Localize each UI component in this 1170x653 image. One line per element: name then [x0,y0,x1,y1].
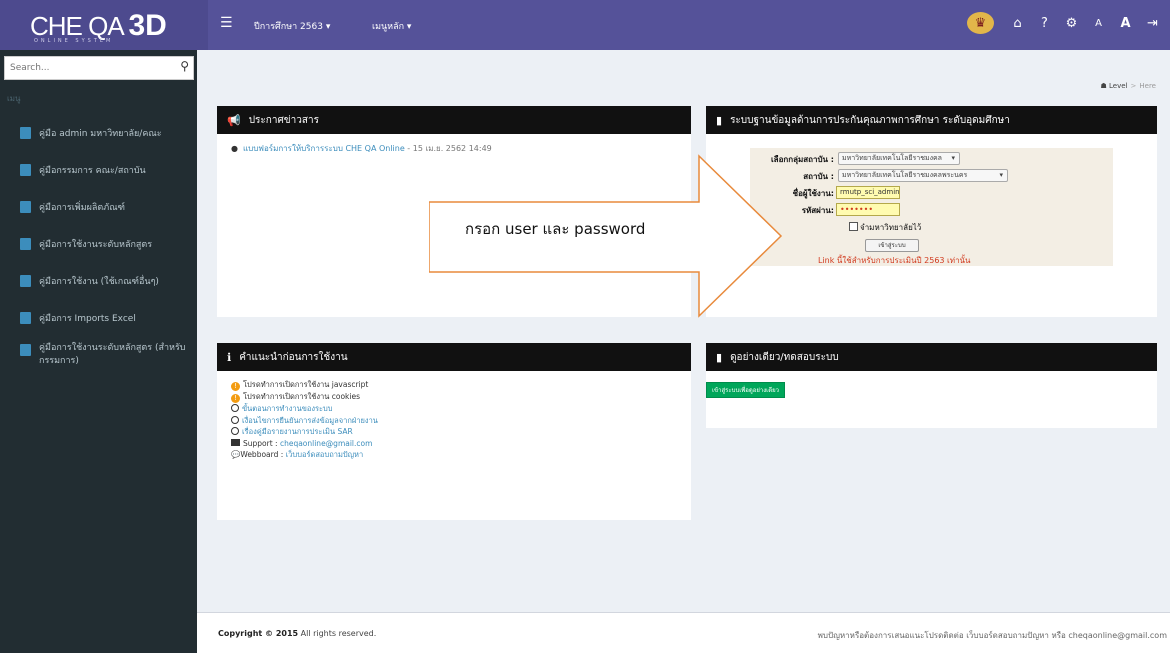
sidebar-header: เมนู [7,94,21,103]
webboard-row: 💬Webboard : เว็บบอร์ดสอบถามปัญหา [231,450,364,459]
view-only-login-button[interactable]: เข้าสู่ระบบเพื่อดูอย่างเดียว [706,382,786,398]
login-title: ระบบฐานข้อมูลด้านการประกันคุณภาพการศึกษา… [730,114,1010,126]
instructions-box: ℹ คำแนะนำก่อนการใช้งาน ! โปรดทำการเปิดการใ… [217,343,691,520]
book-icon: ▮ [716,113,723,127]
password-field[interactable]: ••••••• [836,203,900,216]
login-button[interactable]: เข้าสู่ระบบ [865,239,919,252]
sidebar-item-curriculum-committee-manual[interactable]: คู่มือการใช้งานระดับหลักสูตร (สำหรับกรรม… [0,336,197,382]
sidebar-item-label: คู่มือการเพิ่มผลิตภัณฑ์ [39,202,126,213]
footer-rights: All rights reserved. [298,629,377,638]
sidebar-item-label: คู่มือการใช้งาน (ใช้เกณฑ์อื่นๆ) [39,276,159,287]
dashboard-icon: ☗ [1100,82,1107,90]
demo-title: ดูอย่างเดียว/ทดสอบระบบ [730,351,839,363]
document-icon [20,163,31,176]
chevron-down-icon: ▾ [951,154,955,162]
instructions-title: คำแนะนำก่อนการใช้งาน [239,351,348,363]
sidebar-item-imports-excel[interactable]: คู่มือการ Imports Excel [0,299,197,336]
evaluation-year-link[interactable]: Link นี้ใช้สำหรับการประเมินปี 2563 เท่าน… [818,254,971,267]
sidebar-item-admin-manual[interactable]: คู่มือ admin มหาวิทยาลัย/คณะ [0,114,197,151]
remember-label: จำมหาวิทยาลัยไว้ [860,223,922,232]
support-row: Support : cheqaonline@gmail.com [231,438,677,450]
circle-icon [231,404,239,412]
sidebar-item-label: คู่มือการใช้งานระดับหลักสูตร (สำหรับกรรม… [39,343,186,366]
instruction-item[interactable]: เงื่อนไขการยืนยันการส่งข้อมูลจากฝ่ายงาน [231,415,677,427]
document-icon [20,126,31,139]
search-input[interactable] [5,57,160,79]
demo-box: ▮ ดูอย่างเดียว/ทดสอบระบบ เข้าสู่ระบบเพื่อ… [706,343,1157,428]
home-icon[interactable]: ⌂ [1004,12,1031,36]
document-icon [20,200,31,213]
news-item-text[interactable]: แบบฟอร์มการให้บริการระบบ CHE QA Online [243,144,405,153]
academic-year-dropdown[interactable]: ปีการศึกษา 2563 ▾ [254,19,330,33]
support-email-link[interactable]: cheqaonline@gmail.com [280,439,372,448]
instruction-item[interactable]: เรื่องคู่มือรายงานการประเมิน SAR [231,426,677,438]
chevron-down-icon: ▾ [999,171,1003,179]
search-icon[interactable]: ⚲ [180,59,189,73]
top-icons: ♛ ⌂ ? ⚙ A A ⇥ [967,12,1166,36]
brand-name: CHE QA [30,11,123,41]
main-menu-dropdown[interactable]: เมนูหลัก ▾ [372,19,411,33]
sidebar-menu: คู่มือ admin มหาวิทยาลัย/คณะ คู่มือกรรมก… [0,114,197,382]
sidebar-item-other-criteria-manual[interactable]: คู่มือการใช้งาน (ใช้เกณฑ์อื่นๆ) [0,262,197,299]
sidebar-toggle-icon[interactable]: ☰ [220,15,233,31]
circle-icon [231,415,239,424]
sidebar-search: ⚲ [4,56,194,80]
brand-logo[interactable]: CHE QA 3D ONLINE SYSTEM [0,0,208,50]
comments-icon: 💬 [231,450,241,459]
breadcrumb-current: Here [1139,82,1156,90]
brand-subtitle: ONLINE SYSTEM [34,38,114,44]
callout-text: กรอก user และ password [465,220,646,238]
sidebar-item-label: คู่มือการ Imports Excel [39,313,136,324]
institution-emblem-icon: ♛ [967,12,994,34]
login-panel: เลือกกลุ่มสถาบัน : มหาวิทยาลัยเทคโนโลยีร… [750,148,1113,266]
settings-icon[interactable]: ⚙ [1058,12,1085,36]
instruction-item: ! โปรดทำการเปิดการใช้งาน cookies [231,391,677,403]
username-field[interactable]: rmutp_sci_admin [836,186,900,199]
font-large-icon[interactable]: A [1112,12,1139,36]
webboard-link[interactable]: เว็บบอร์ดสอบถามปัญหา [286,450,364,459]
bullhorn-icon: 📢 [227,113,241,127]
warning-icon: ! [231,394,240,403]
book-icon: ▮ [716,350,723,364]
breadcrumb-level[interactable]: Level [1109,82,1127,90]
envelope-icon [231,438,240,446]
instruction-item: ! โปรดทำการเปิดการใช้งาน javascript [231,379,677,391]
document-icon [20,344,31,356]
document-icon [20,311,31,324]
instruction-item[interactable]: ขั้นตอนการทำงานของระบบ [231,403,677,415]
institution-select[interactable]: มหาวิทยาลัยเทคโนโลยีราชมงคลพระนคร ▾ [838,169,1008,182]
logout-icon[interactable]: ⇥ [1139,12,1166,36]
document-icon [20,274,31,287]
footer-copyright: Copyright © 2015 [218,629,299,638]
news-title: ประกาศข่าวสาร [248,114,319,126]
sidebar-item-label: คู่มือ admin มหาวิทยาลัย/คณะ [39,128,162,139]
news-item-date: - 15 เม.ย. 2562 14:49 [404,144,492,153]
font-small-icon[interactable]: A [1085,12,1112,36]
breadcrumb: ☗ Level > Here [1100,82,1156,90]
sidebar-item-label: คู่มือการใช้งานระดับหลักสูตร [39,239,153,250]
help-icon[interactable]: ? [1031,12,1058,36]
institution-group-select[interactable]: มหาวิทยาลัยเทคโนโลยีราชมงคล ▾ [838,152,960,165]
sidebar-item-committee-manual[interactable]: คู่มือกรรมการ คณะ/สถาบัน [0,151,197,188]
document-icon [20,237,31,250]
remember-checkbox[interactable] [849,222,858,231]
footer: Copyright © 2015 All rights reserved. พบ… [197,612,1170,653]
footer-contact[interactable]: พบปัญหาหรือต้องการเสนอแนะโปรดติดต่อ เว็บ… [818,629,1167,642]
warning-icon: ! [231,382,240,391]
brand-3d: 3D [128,9,167,42]
sidebar-item-label: คู่มือกรรมการ คณะ/สถาบัน [39,165,146,176]
sidebar-item-product-manual[interactable]: คู่มือการเพิ่มผลิตภัณฑ์ [0,188,197,225]
top-navbar: CHE QA 3D ONLINE SYSTEM ☰ ปีการศึกษา 256… [0,0,1170,50]
sidebar: ⚲ เมนู คู่มือ admin มหาวิทยาลัย/คณะ คู่ม… [0,50,197,653]
info-icon: ℹ [227,350,232,364]
sidebar-item-curriculum-manual[interactable]: คู่มือการใช้งานระดับหลักสูตร [0,225,197,262]
circle-icon [231,427,239,435]
